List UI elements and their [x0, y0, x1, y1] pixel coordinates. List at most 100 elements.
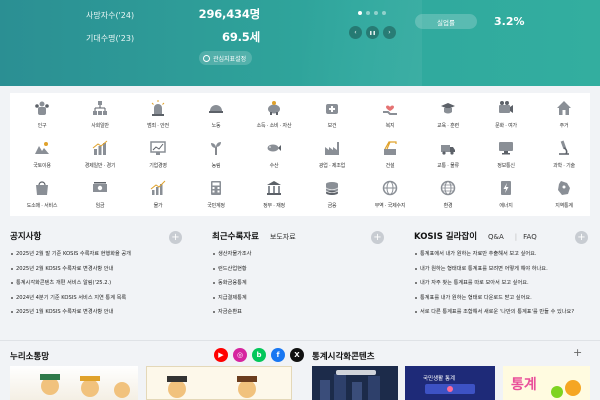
category-item[interactable]: 국토이용	[16, 137, 68, 173]
recent-data-title[interactable]: 최근수록자료	[212, 232, 259, 242]
category-item[interactable]: 도소매 · 서비스	[16, 177, 68, 213]
visual-thumbnail[interactable]: 통계	[503, 366, 590, 400]
list-item[interactable]: 2024년 4분기 기준 KOSIS 서비스 지연 통계 목록	[10, 294, 190, 309]
stat-label: 사망자수('24)	[86, 11, 135, 20]
category-label: 정보통신	[497, 163, 515, 169]
category-item[interactable]: 금융	[306, 177, 358, 213]
slide-dot[interactable]	[374, 11, 378, 15]
category-item[interactable]: 정부 · 재정	[248, 177, 300, 213]
graduation-icon	[441, 103, 455, 114]
list-item[interactable]: 2025년 2월 말 기준 KOSIS 수록자료 현행화율 공개	[10, 250, 190, 265]
visual-thumbnail[interactable]: 국민생활 통계	[405, 366, 495, 400]
list-item[interactable]: 내가 원하는 형태대로 통계표를 보려면 어떻게 해야 하나요.	[414, 265, 594, 280]
recent-more-button[interactable]: +	[371, 231, 384, 244]
stat-value: 296,434명	[198, 7, 261, 21]
heart-hands-icon	[383, 105, 397, 115]
category-item[interactable]: 노동	[190, 97, 242, 133]
cartoon-illustration	[167, 376, 257, 398]
category-item[interactable]: 에너지	[480, 177, 532, 213]
category-item[interactable]: 보건	[306, 97, 358, 133]
blog-icon: b	[256, 351, 262, 359]
category-item[interactable]: 지역통계	[538, 177, 590, 213]
category-item[interactable]: 과학 · 기술	[538, 137, 590, 173]
category-label: 범죄 · 안전	[147, 123, 169, 129]
list-item[interactable]: 동화금융통계	[212, 279, 312, 294]
money-icon	[93, 182, 107, 192]
category-item[interactable]: 환경	[422, 177, 474, 213]
category-item[interactable]: 건설	[364, 137, 416, 173]
fish-icon	[267, 144, 281, 152]
slide-dot[interactable]	[366, 11, 370, 15]
facebook-button[interactable]: f	[271, 348, 285, 362]
visual-more-button[interactable]: +	[573, 346, 582, 359]
city-night-illustration	[320, 370, 380, 400]
category-label: 국토이용	[33, 163, 51, 169]
category-label: 정부 · 재정	[263, 203, 285, 209]
globe-icon	[382, 180, 398, 196]
category-item[interactable]: 농림	[190, 137, 242, 173]
category-label: 과학 · 기술	[553, 163, 575, 169]
category-item[interactable]: 인구	[16, 97, 68, 133]
price-chart-icon	[150, 180, 166, 195]
category-item[interactable]: 교육 · 훈련	[422, 97, 474, 133]
list-item[interactable]: 런드산업현황	[212, 265, 312, 280]
government-icon	[267, 181, 281, 195]
slide-dot[interactable]	[358, 11, 362, 15]
list-item[interactable]: 생산자물가조사	[212, 250, 312, 265]
category-item[interactable]: 교통 · 물류	[422, 137, 474, 173]
category-item[interactable]: 무역 · 국제수지	[364, 177, 416, 213]
youtube-icon: ▶	[218, 351, 224, 359]
category-item[interactable]: 범죄 · 안전	[132, 97, 184, 133]
category-item[interactable]: 임금	[74, 177, 126, 213]
unemployment-label-pill[interactable]: 실업률	[415, 14, 477, 29]
pause-slide-button[interactable]: ❚❚	[366, 26, 379, 39]
house-icon	[557, 101, 571, 115]
slide-dot[interactable]	[382, 11, 386, 15]
category-grid: 인구 사회일반 범죄 · 안전 노동 소득 · 소비 · 자산 보건 복지 교육 · 훈련 문화…	[10, 93, 590, 216]
category-item[interactable]: 주거	[538, 97, 590, 133]
x-icon: X	[294, 351, 300, 359]
category-label: 인구	[37, 123, 47, 129]
category-item[interactable]: 복지	[364, 97, 416, 133]
list-item[interactable]: 서로 다른 통계표를 조합해서 새로운 '나만의 통계표'를 만들 수 있나요?	[414, 308, 594, 323]
sns-title: 누리소통망	[10, 352, 50, 362]
tab-qa[interactable]: Q&A	[488, 233, 504, 241]
notice-more-button[interactable]: +	[169, 231, 182, 244]
list-item[interactable]: 내가 자주 찾는 통계표를 따로 모아서 보고 싶어요.	[414, 279, 594, 294]
list-item[interactable]: 통계표에서 내가 원하는 자료만 추출해서 보고 싶어요.	[414, 250, 594, 265]
category-item[interactable]: 수산	[248, 137, 300, 173]
tab-faq[interactable]: FAQ	[515, 233, 537, 241]
visual-thumbnail-caption: 국민생활 통계	[423, 376, 456, 382]
list-item[interactable]: 통계시각화콘텐츠 개편 서비스 알림('25.2.)	[10, 279, 190, 294]
guide-list: 통계표에서 내가 원하는 자료만 추출해서 보고 싶어요. 내가 원하는 형태대로…	[414, 250, 594, 323]
category-item[interactable]: 문화 · 여가	[480, 97, 532, 133]
sns-thumbnail[interactable]	[10, 366, 138, 400]
category-item[interactable]: 경제일반 · 경기	[74, 137, 126, 173]
tab-press-release[interactable]: 보도자료	[270, 233, 296, 241]
category-item[interactable]: 소득 · 소비 · 자산	[248, 97, 300, 133]
visual-thumbnail[interactable]	[312, 366, 398, 400]
category-label: 교육 · 훈련	[437, 123, 459, 129]
list-item[interactable]: 통계표를 내가 원하는 형태로 다운로드 받고 싶어요.	[414, 294, 594, 309]
sns-thumbnail[interactable]	[146, 366, 292, 400]
category-item[interactable]: 국민계정	[190, 177, 242, 213]
category-item[interactable]: 정보통신	[480, 137, 532, 173]
blog-button[interactable]: b	[252, 348, 266, 362]
category-item[interactable]: 사회일반	[74, 97, 126, 133]
list-item[interactable]: 2025년 2월 KOSIS 수록자료 변경사항 안내	[10, 265, 190, 280]
guide-more-button[interactable]: +	[575, 231, 588, 244]
youtube-button[interactable]: ▶	[214, 348, 228, 362]
guide-title[interactable]: KOSIS 길라잡이	[414, 232, 477, 242]
category-item[interactable]: 광업 · 제조업	[306, 137, 358, 173]
category-item[interactable]: 기업경영	[132, 137, 184, 173]
list-item[interactable]: 지급결제통계	[212, 294, 312, 309]
category-item[interactable]: 물가	[132, 177, 184, 213]
next-slide-button[interactable]: ›	[383, 26, 396, 39]
prev-slide-button[interactable]: ‹	[349, 26, 362, 39]
section-divider	[0, 340, 600, 341]
instagram-button[interactable]: ◎	[233, 348, 247, 362]
list-item[interactable]: 자금순환표	[212, 308, 312, 323]
indicator-settings-button[interactable]: 관심지표설정	[199, 51, 253, 65]
list-item[interactable]: 2025년 1월 KOSIS 수록자료 변경사항 안내	[10, 308, 190, 323]
x-button[interactable]: X	[290, 348, 304, 362]
